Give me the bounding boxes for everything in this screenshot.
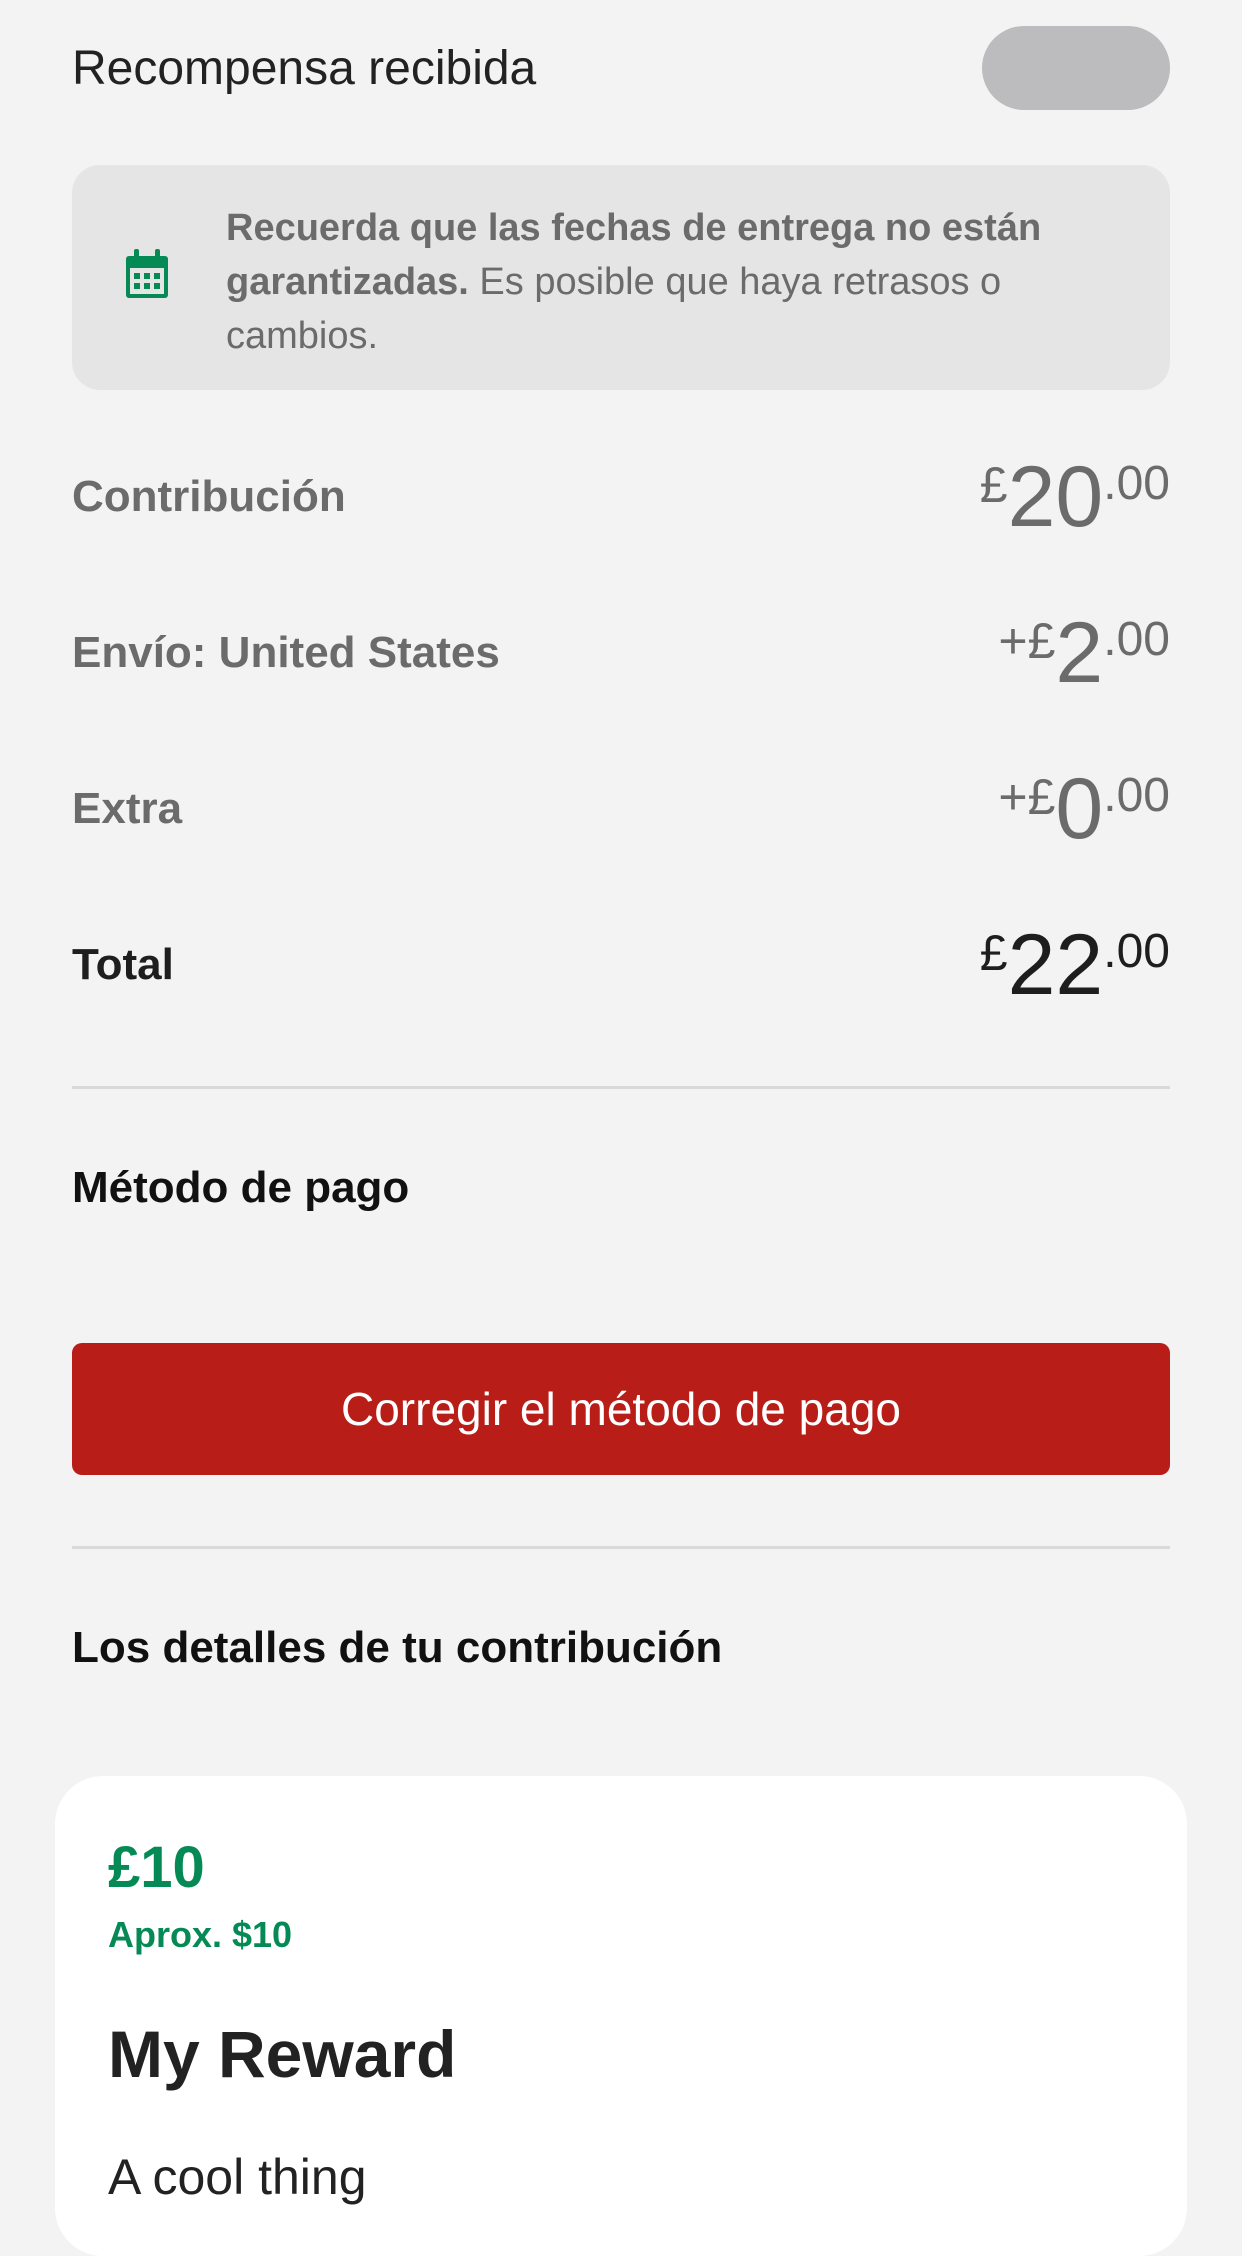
shipping-amount: +£ 2 .00	[998, 610, 1170, 696]
amount-minor: .00	[1103, 457, 1170, 510]
amount-minor: .00	[1103, 769, 1170, 822]
pledge-summary-page: Recompensa recibida Recuerda que las fec…	[0, 0, 1242, 2256]
reward-approx-price: Aprox. $10	[108, 1914, 293, 1955]
reward-price: £10	[108, 1835, 205, 1900]
delivery-info-text: Recuerda que las fechas de entrega no es…	[226, 201, 1110, 363]
total-amount: £ 22 .00	[980, 922, 1170, 1008]
extra-label: Extra	[72, 784, 183, 833]
reward-received-row: Recompensa recibida	[72, 20, 1170, 116]
amount-major: 20	[1007, 449, 1104, 545]
reward-received-toggle[interactable]	[982, 26, 1170, 110]
contribution-details-title: Los detalles de tu contribución	[72, 1623, 723, 1672]
amount-prefix: +£	[998, 613, 1056, 669]
reward-title: My Reward	[108, 2017, 457, 2091]
amount-prefix: £	[979, 925, 1008, 981]
amount-major: 0	[1055, 761, 1104, 857]
calendar-icon	[126, 249, 168, 298]
contribution-label: Contribución	[72, 472, 346, 521]
reward-received-label: Recompensa recibida	[72, 41, 537, 95]
delivery-info-banner: Recuerda que las fechas de entrega no es…	[72, 165, 1170, 390]
divider	[72, 1546, 1170, 1549]
shipping-row: Envío: United States +£ 2 .00	[72, 593, 1170, 713]
amount-major: 22	[1007, 917, 1104, 1013]
shipping-label: Envío: United States	[72, 628, 500, 677]
contribution-amount: £ 20 .00	[980, 454, 1170, 540]
amount-prefix: £	[979, 457, 1008, 513]
contribution-row: Contribución £ 20 .00	[72, 437, 1170, 557]
extra-amount: +£ 0 .00	[998, 766, 1170, 852]
amount-major: 2	[1055, 605, 1104, 701]
amount-minor: .00	[1103, 613, 1170, 666]
divider	[72, 1086, 1170, 1089]
amount-minor: .00	[1103, 925, 1170, 978]
fix-payment-method-button[interactable]: Corregir el método de pago	[72, 1343, 1170, 1475]
amount-prefix: +£	[998, 769, 1056, 825]
reward-description: A cool thing	[108, 2149, 367, 2205]
total-label: Total	[72, 940, 174, 989]
payment-method-title: Método de pago	[72, 1163, 410, 1212]
reward-card[interactable]: £10 Aprox. $10 My Reward A cool thing	[55, 1776, 1187, 2256]
extra-row: Extra +£ 0 .00	[72, 749, 1170, 869]
total-row: Total £ 22 .00	[72, 905, 1170, 1025]
